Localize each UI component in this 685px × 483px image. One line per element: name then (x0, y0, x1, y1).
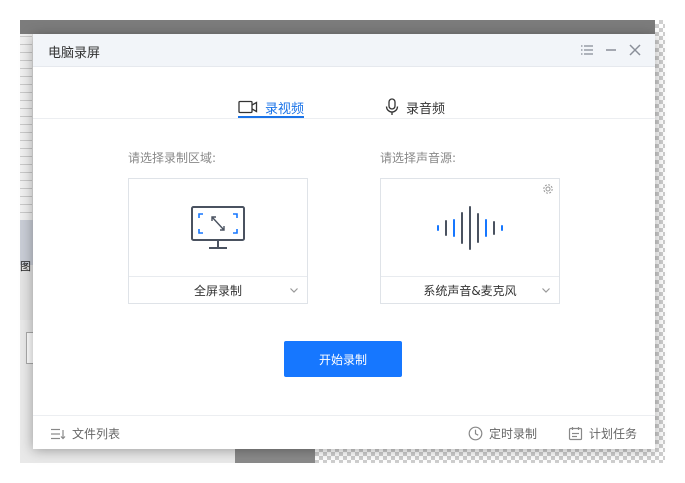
tab-record-video[interactable]: 录视频 (238, 96, 305, 118)
region-art (129, 179, 307, 277)
title-bar[interactable]: 电脑录屏 (33, 34, 655, 67)
tab-label: 录视频 (265, 101, 305, 117)
audio-selected-value: 系统声音&麦克风 (423, 283, 517, 298)
start-recording-button[interactable]: 开始录制 (284, 341, 402, 377)
fullscreen-monitor-icon (191, 206, 245, 249)
background-top-bar (20, 20, 665, 34)
region-dropdown[interactable]: 全屏录制 (129, 276, 307, 303)
calendar-icon (568, 427, 583, 441)
close-button[interactable] (625, 40, 645, 60)
mode-tabs: 录视频 录音频 (33, 66, 655, 119)
scheduled-tasks-button[interactable]: 计划任务 (568, 425, 637, 442)
chevron-down-icon (542, 288, 550, 293)
file-list-button[interactable]: 文件列表 (50, 425, 120, 442)
tab-label: 录音频 (406, 101, 446, 117)
tab-record-audio[interactable]: 录音频 (385, 96, 445, 118)
timed-record-label: 定时录制 (489, 427, 538, 441)
region-selected-value: 全屏录制 (193, 283, 242, 298)
background-label: 图 (20, 260, 31, 273)
minimize-icon (606, 49, 616, 51)
menu-icon (581, 45, 593, 55)
scheduled-tasks-label: 计划任务 (589, 427, 638, 441)
region-label: 请选择录制区域: (128, 151, 217, 165)
footer-bar: 文件列表 定时录制 计划任务 (33, 415, 655, 449)
menu-button[interactable] (577, 40, 597, 60)
microphone-icon (385, 98, 399, 115)
background-transparency-strip (655, 20, 665, 463)
video-camera-icon (238, 100, 258, 114)
audio-source-dropdown[interactable]: 系统声音&麦克风 (381, 276, 559, 303)
audio-source-label: 请选择声音源: (380, 151, 457, 165)
background-bottom-strip (235, 448, 665, 463)
file-list-icon (51, 428, 66, 439)
audio-art (381, 179, 559, 277)
sound-wave-icon (437, 206, 503, 250)
window-title: 电脑录屏 (48, 46, 101, 61)
background-ruler (20, 20, 32, 220)
minimize-button[interactable] (601, 40, 621, 60)
timed-record-button[interactable]: 定时录制 (468, 425, 537, 442)
chevron-down-icon (290, 288, 298, 293)
audio-source-card[interactable]: 系统声音&麦克风 (380, 178, 560, 304)
region-select-card[interactable]: 全屏录制 (128, 178, 308, 304)
recorder-window: 电脑录屏 录视频 录音频 请选择录制区域: 请选择声音源: 全屏录制 系统声音&… (33, 34, 655, 449)
clock-icon (468, 426, 483, 441)
file-list-label: 文件列表 (72, 427, 121, 441)
close-icon (629, 44, 641, 56)
